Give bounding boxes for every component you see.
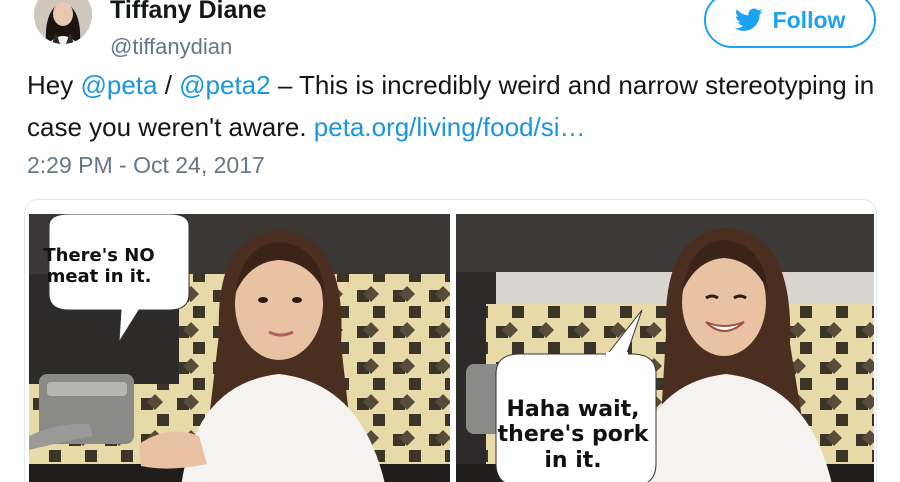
twitter-bird-icon xyxy=(734,8,763,32)
avatar[interactable] xyxy=(34,0,92,44)
photo-left[interactable]: There's NO meat in it. xyxy=(29,214,450,482)
follow-button[interactable]: Follow xyxy=(704,0,876,48)
tweet-text: Hey @peta / @peta2 – This is incredibly … xyxy=(27,64,877,148)
display-name[interactable]: Tiffany Diane xyxy=(110,0,267,25)
tweet-url-link[interactable]: peta.org/living/food/si… xyxy=(314,112,586,142)
mention-peta-link[interactable]: @peta xyxy=(80,70,157,100)
user-handle[interactable]: @tiffanydian xyxy=(110,34,232,60)
speech-bubble-left: There's NO meat in it. xyxy=(43,245,155,287)
speech-bubble-right: Haha wait, there's pork in it. xyxy=(497,397,649,473)
mention-peta2-link[interactable]: @peta2 xyxy=(179,70,270,100)
follow-label: Follow xyxy=(772,6,846,33)
media-card[interactable]: There's NO meat in it. Haha wait, there'… xyxy=(24,199,877,482)
tweet-timestamp[interactable]: 2:29 PM - Oct 24, 2017 xyxy=(27,152,265,179)
tweet-text-part: / xyxy=(157,70,180,100)
photo-right[interactable]: Haha wait, there's pork in it. xyxy=(456,214,874,482)
tweet-text-part: Hey xyxy=(27,70,81,100)
